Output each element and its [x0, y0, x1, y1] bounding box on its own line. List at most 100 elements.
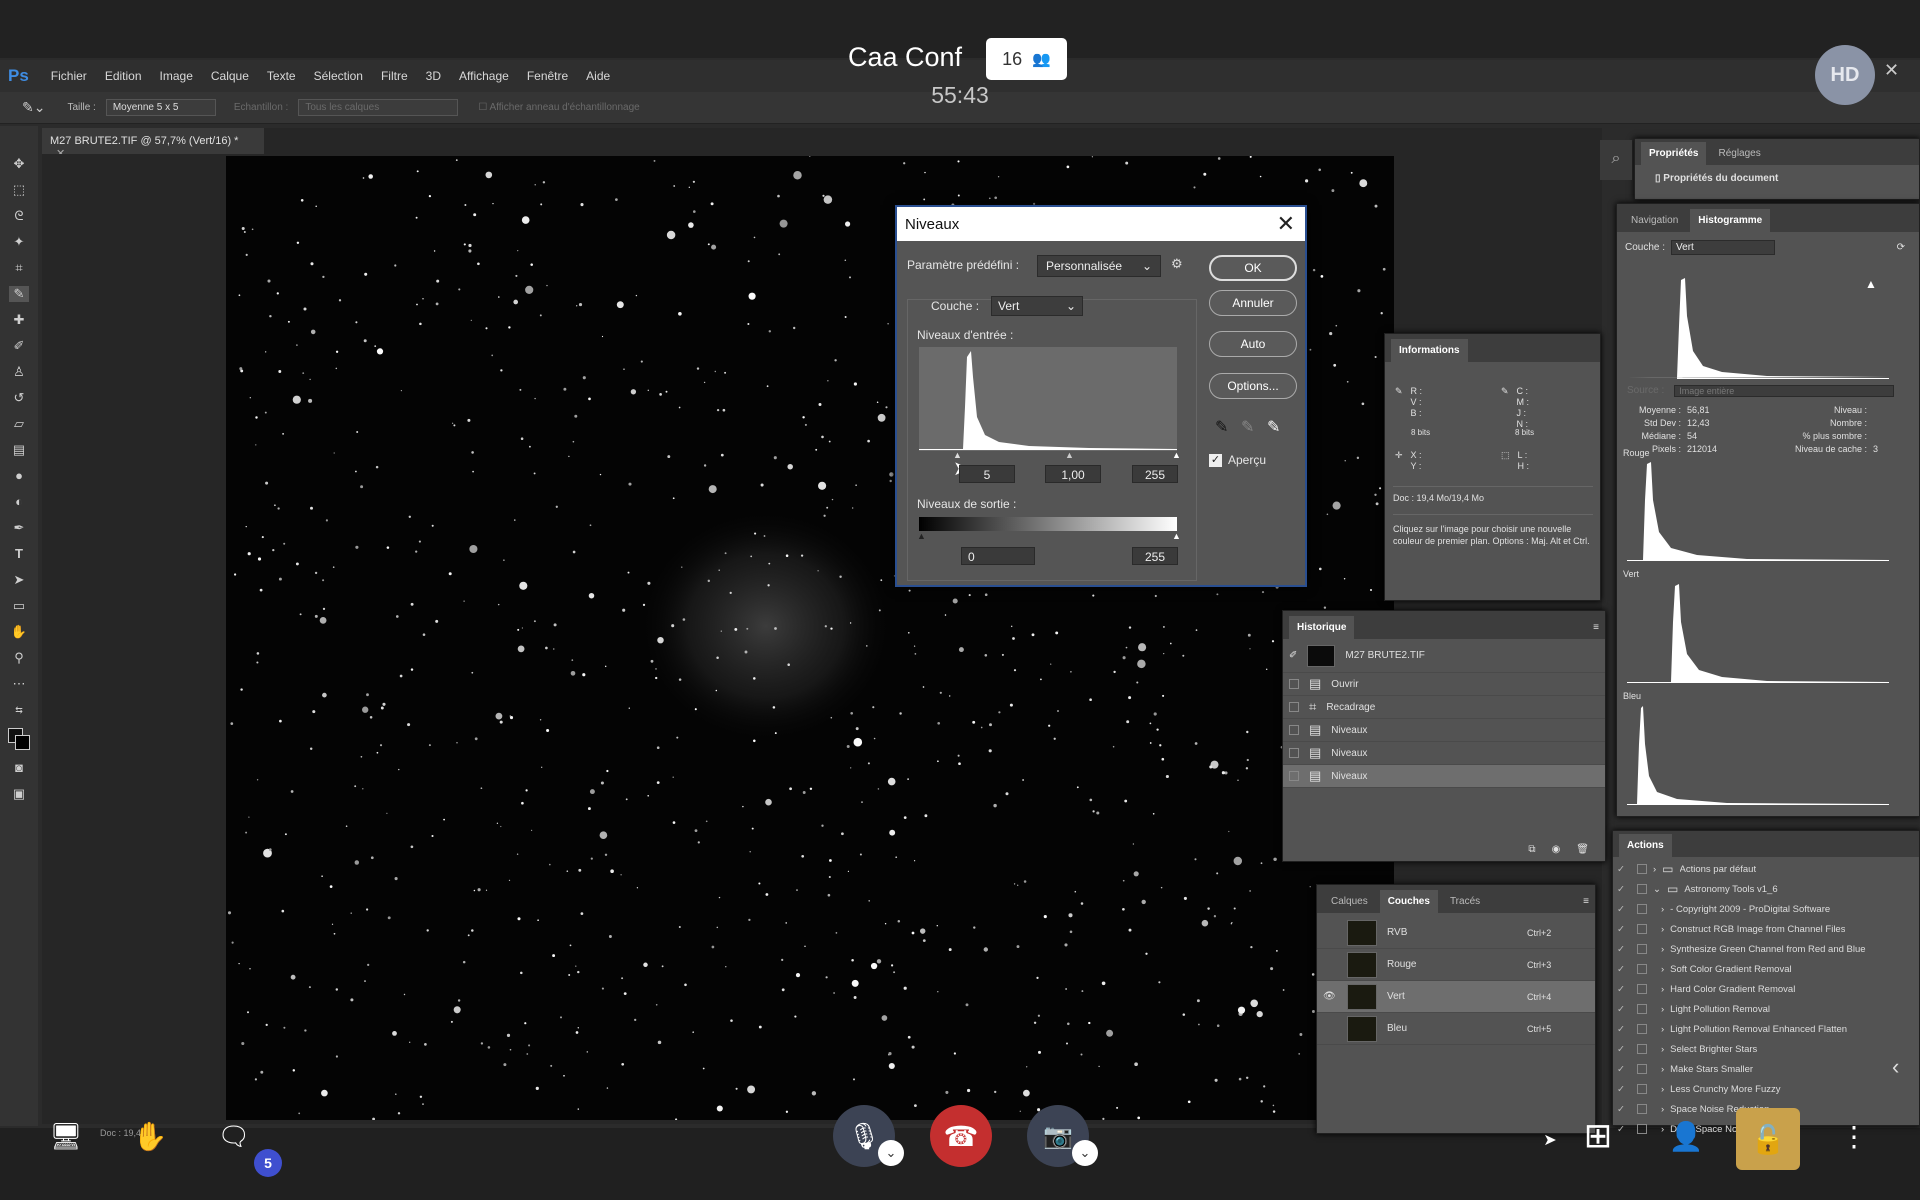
- action-item[interactable]: ✓ › Light Pollution Removal: [1613, 999, 1919, 1019]
- history-step[interactable]: ▤ Niveaux: [1283, 742, 1605, 765]
- zoom-tool-icon[interactable]: ⚲: [9, 650, 29, 666]
- chevron-right-icon[interactable]: ›: [1661, 1044, 1664, 1055]
- dialog-toggle[interactable]: [1637, 904, 1647, 914]
- pen-tool-icon[interactable]: ✒: [9, 520, 29, 536]
- new-document-icon[interactable]: ⧉: [1528, 844, 1535, 855]
- preset-select[interactable]: Personnalisée ⌄: [1037, 255, 1161, 277]
- tab-couches[interactable]: Couches: [1379, 890, 1438, 913]
- quick-mask-icon[interactable]: ◙: [9, 760, 29, 776]
- tab-historique[interactable]: Historique: [1289, 616, 1355, 639]
- tab-reglages[interactable]: Réglages: [1710, 142, 1768, 165]
- participants-button[interactable]: 16 👥: [986, 38, 1067, 80]
- dialog-toggle[interactable]: [1637, 1104, 1647, 1114]
- checkmark-icon[interactable]: ✓: [1617, 1124, 1631, 1135]
- white-eyedropper-icon[interactable]: ✎: [1267, 417, 1280, 437]
- auto-button[interactable]: Auto: [1209, 331, 1297, 357]
- more-tools-icon[interactable]: ⋯: [9, 676, 29, 692]
- menu-affichage[interactable]: Affichage: [459, 69, 509, 83]
- crop-tool-icon[interactable]: ⌗: [9, 260, 29, 276]
- chevron-right-icon[interactable]: ›: [1661, 1104, 1664, 1115]
- refresh-icon[interactable]: ⟳: [1897, 242, 1905, 253]
- action-item[interactable]: ✓ › Hard Color Gradient Removal: [1613, 979, 1919, 999]
- move-tool-icon[interactable]: ✥: [9, 156, 29, 172]
- menu-texte[interactable]: Texte: [267, 69, 296, 83]
- lasso-tool-icon[interactable]: ᘓ: [9, 208, 29, 224]
- menu-edition[interactable]: Edition: [105, 69, 142, 83]
- grid-view-icon[interactable]: ⊞: [1578, 1116, 1618, 1156]
- checkmark-icon[interactable]: ✓: [1617, 1024, 1631, 1035]
- white-output-slider[interactable]: ▲: [1172, 531, 1181, 541]
- dialog-toggle[interactable]: [1637, 924, 1647, 934]
- source-select[interactable]: Image entière: [1674, 385, 1895, 397]
- checkmark-icon[interactable]: ✓: [1617, 924, 1631, 935]
- history-checkbox[interactable]: [1289, 702, 1299, 712]
- checkmark-icon[interactable]: ✓: [1617, 1064, 1631, 1075]
- tab-proprietes[interactable]: Propriétés: [1641, 142, 1707, 165]
- tab-navigation[interactable]: Navigation: [1623, 209, 1686, 232]
- chevron-right-icon[interactable]: ›: [1653, 864, 1656, 875]
- raise-hand-icon[interactable]: ✋: [130, 1118, 170, 1154]
- dialog-toggle[interactable]: [1637, 884, 1647, 894]
- add-user-icon[interactable]: 👤: [1666, 1116, 1706, 1156]
- tab-traces[interactable]: Tracés: [1442, 890, 1488, 913]
- dialog-toggle[interactable]: [1637, 964, 1647, 974]
- checkmark-icon[interactable]: ✓: [1617, 904, 1631, 915]
- history-checkbox[interactable]: [1289, 679, 1299, 689]
- menu-filtre[interactable]: Filtre: [381, 69, 408, 83]
- gear-icon[interactable]: ⚙: [1171, 256, 1183, 272]
- menu-aide[interactable]: Aide: [586, 69, 610, 83]
- channel-select[interactable]: Vert ⌄: [991, 296, 1083, 316]
- output-white-field[interactable]: 255: [1132, 547, 1178, 565]
- dialog-toggle[interactable]: [1637, 944, 1647, 954]
- chevron-right-icon[interactable]: ›: [1661, 1084, 1664, 1095]
- checkmark-icon[interactable]: ✓: [1617, 864, 1631, 875]
- avatar[interactable]: HD: [1815, 45, 1875, 105]
- dialog-toggle[interactable]: [1637, 864, 1647, 874]
- action-item[interactable]: ✓ › Synthesize Green Channel from Red and …: [1613, 939, 1919, 959]
- checkmark-icon[interactable]: ✓: [1617, 944, 1631, 955]
- eyedropper-tool-icon[interactable]: ✎: [9, 286, 29, 302]
- chevron-right-icon[interactable]: ›: [1661, 1024, 1664, 1035]
- stamp-tool-icon[interactable]: ♙: [9, 364, 29, 380]
- screen-mode-icon[interactable]: ▣: [9, 786, 29, 802]
- foreground-color-swatch[interactable]: [8, 728, 30, 750]
- action-item[interactable]: ✓ › Less Crunchy More Fuzzy: [1613, 1079, 1919, 1099]
- dialog-toggle[interactable]: [1637, 1004, 1647, 1014]
- panel-menu-icon[interactable]: ≡: [1583, 896, 1589, 907]
- eraser-tool-icon[interactable]: ▱: [9, 416, 29, 432]
- chevron-right-icon[interactable]: ›: [1661, 1124, 1664, 1135]
- history-snapshot[interactable]: ✐ M27 BRUTE2.TIF: [1283, 639, 1605, 673]
- magic-wand-tool-icon[interactable]: ✦: [9, 234, 29, 250]
- action-item[interactable]: ✓ › Select Brighter Stars: [1613, 1039, 1919, 1059]
- dialog-toggle[interactable]: [1637, 1124, 1647, 1134]
- menu-fenetre[interactable]: Fenêtre: [527, 69, 568, 83]
- dialog-toggle[interactable]: [1637, 1064, 1647, 1074]
- action-item[interactable]: ✓ › Light Pollution Removal Enhanced Flatt…: [1613, 1019, 1919, 1039]
- hand-tool-icon[interactable]: ✋: [9, 624, 29, 640]
- chevron-right-icon[interactable]: ›: [1661, 904, 1664, 915]
- options-button[interactable]: Options...: [1209, 373, 1297, 399]
- panel-menu-icon[interactable]: ≡: [1593, 622, 1599, 633]
- chevron-right-icon[interactable]: ›: [1661, 944, 1664, 955]
- dialog-toggle[interactable]: [1637, 984, 1647, 994]
- tab-actions[interactable]: Actions: [1619, 834, 1672, 857]
- close-icon[interactable]: ✕: [1277, 211, 1295, 237]
- action-item[interactable]: ✓ › Make Stars Smaller: [1613, 1059, 1919, 1079]
- chevron-left-icon[interactable]: ‹: [1892, 1054, 1899, 1080]
- brush-tool-icon[interactable]: ✐: [9, 338, 29, 354]
- close-icon[interactable]: ✕: [1884, 60, 1899, 81]
- action-item[interactable]: ✓ › Soft Color Gradient Removal: [1613, 959, 1919, 979]
- checkmark-icon[interactable]: ✓: [1617, 1044, 1631, 1055]
- gray-eyedropper-icon[interactable]: ✎: [1241, 417, 1254, 437]
- dialog-toggle[interactable]: [1637, 1084, 1647, 1094]
- trash-icon[interactable]: 🗑: [1576, 844, 1589, 855]
- more-options-icon[interactable]: ⋮: [1840, 1116, 1868, 1156]
- history-step[interactable]: ▤ Niveaux: [1283, 765, 1605, 788]
- dialog-toggle[interactable]: [1637, 1024, 1647, 1034]
- menu-fichier[interactable]: Fichier: [51, 69, 87, 83]
- healing-tool-icon[interactable]: ✚: [9, 312, 29, 328]
- black-output-slider[interactable]: ▲: [917, 531, 926, 541]
- chevron-right-icon[interactable]: ›: [1661, 964, 1664, 975]
- screen-share-icon[interactable]: 🖥: [46, 1118, 86, 1154]
- cancel-button[interactable]: Annuler: [1209, 290, 1297, 316]
